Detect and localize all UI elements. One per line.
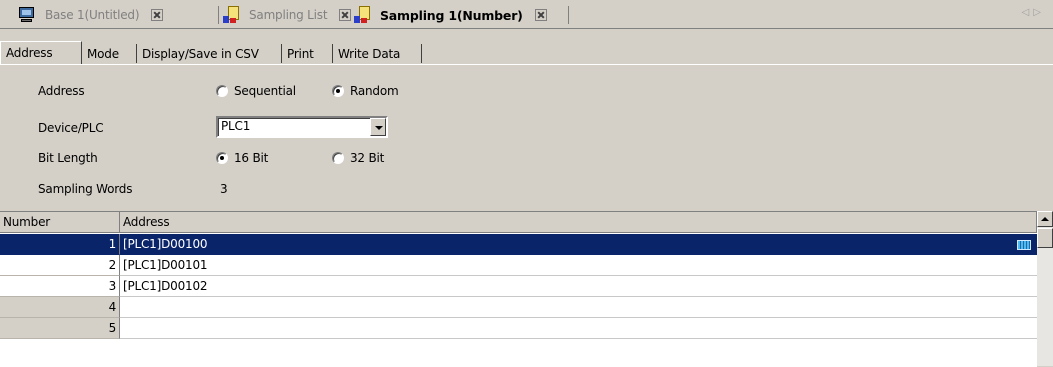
sampling-icon (222, 6, 240, 24)
scroll-thumb[interactable] (1037, 228, 1053, 248)
tab-label: Display/Save in CSV (142, 46, 259, 61)
close-icon[interactable] (534, 9, 547, 21)
close-icon[interactable] (339, 9, 352, 21)
row-number: 4 (0, 297, 120, 318)
document-tab-bar: Base 1(Untitled) Sampling List Sampling … (0, 0, 1053, 29)
vertical-scrollbar[interactable] (1037, 211, 1053, 366)
tab-label: Write Data (338, 46, 401, 61)
radio-circle (332, 152, 344, 164)
row-address[interactable]: [PLC1]D00102 (120, 276, 1037, 297)
radio-32-bit[interactable]: 32 Bit (332, 151, 384, 165)
sampling-words-value: 3 (220, 182, 228, 196)
keypad-icon[interactable] (1017, 240, 1031, 250)
doc-tab-sampling1[interactable]: Sampling 1(Number) (353, 3, 547, 27)
table-row[interactable]: 3 [PLC1]D00102 (0, 276, 1037, 297)
device-plc-value: PLC1 (221, 119, 251, 133)
radio-random[interactable]: Random (332, 84, 399, 98)
doc-tab-base1[interactable]: Base 1(Untitled) (18, 3, 164, 27)
radio-sequential[interactable]: Sequential (216, 84, 296, 98)
radio-label: 32 Bit (350, 151, 385, 165)
chevron-down-icon[interactable] (370, 118, 386, 136)
row-number: 5 (0, 318, 120, 339)
tab-address[interactable]: Address (0, 41, 82, 64)
row-number: 1 (0, 234, 120, 255)
tab-divider (568, 6, 569, 24)
bit-length-label: Bit Length (38, 151, 98, 165)
tab-label: Print (287, 46, 314, 61)
table-row[interactable]: 2 [PLC1]D00101 (0, 255, 1037, 276)
scroll-up-icon[interactable] (1037, 211, 1053, 227)
radio-circle (332, 85, 344, 97)
row-address[interactable] (120, 297, 1037, 318)
doc-tab-sampling-list[interactable]: Sampling List (222, 3, 352, 27)
radio-circle (216, 85, 228, 97)
row-address-text: [PLC1]D00100 (123, 237, 208, 251)
radio-label: Random (350, 84, 399, 98)
tab-display-save-csv[interactable]: Display/Save in CSV (137, 44, 282, 63)
row-address[interactable] (120, 318, 1037, 339)
tab-print[interactable]: Print (282, 44, 333, 63)
row-address[interactable]: [PLC1]D00101 (120, 255, 1037, 276)
radio-circle (216, 152, 228, 164)
table-row[interactable]: 1 [PLC1]D00100 (0, 234, 1037, 255)
doc-tab-label: Base 1(Untitled) (45, 8, 140, 22)
tab-scroll-arrows-icon[interactable]: ◁▷ (1022, 7, 1045, 18)
tab-label: Mode (87, 46, 119, 61)
address-grid: Number Address 1 [PLC1]D00100 2 [PLC1]D0… (0, 211, 1037, 367)
property-tab-bar: Address Mode Display/Save in CSV Print W… (0, 40, 1053, 65)
radio-16-bit[interactable]: 16 Bit (216, 151, 268, 165)
sampling-icon (353, 6, 371, 24)
tab-mode[interactable]: Mode (82, 44, 137, 63)
doc-tab-label: Sampling List (249, 8, 328, 22)
radio-label: 16 Bit (234, 151, 269, 165)
radio-label: Sequential (234, 84, 296, 98)
sampling-words-label: Sampling Words (38, 182, 133, 196)
table-row[interactable]: 5 (0, 318, 1037, 339)
row-number: 2 (0, 255, 120, 276)
column-header-address[interactable]: Address (120, 212, 1037, 233)
device-plc-label: Device/PLC (38, 121, 104, 135)
column-header-number[interactable]: Number (0, 212, 120, 233)
tab-label: Address (6, 46, 53, 60)
monitor-icon (18, 7, 36, 23)
doc-tab-label: Sampling 1(Number) (380, 7, 523, 23)
device-plc-dropdown[interactable]: PLC1 (216, 116, 388, 138)
table-row[interactable]: 4 (0, 297, 1037, 318)
row-address[interactable]: [PLC1]D00100 (120, 234, 1037, 255)
tab-divider (218, 6, 219, 24)
grid-header: Number Address (0, 212, 1037, 233)
address-label: Address (38, 84, 85, 98)
row-number: 3 (0, 276, 120, 297)
tab-write-data[interactable]: Write Data (333, 44, 422, 63)
close-icon[interactable] (151, 9, 164, 21)
